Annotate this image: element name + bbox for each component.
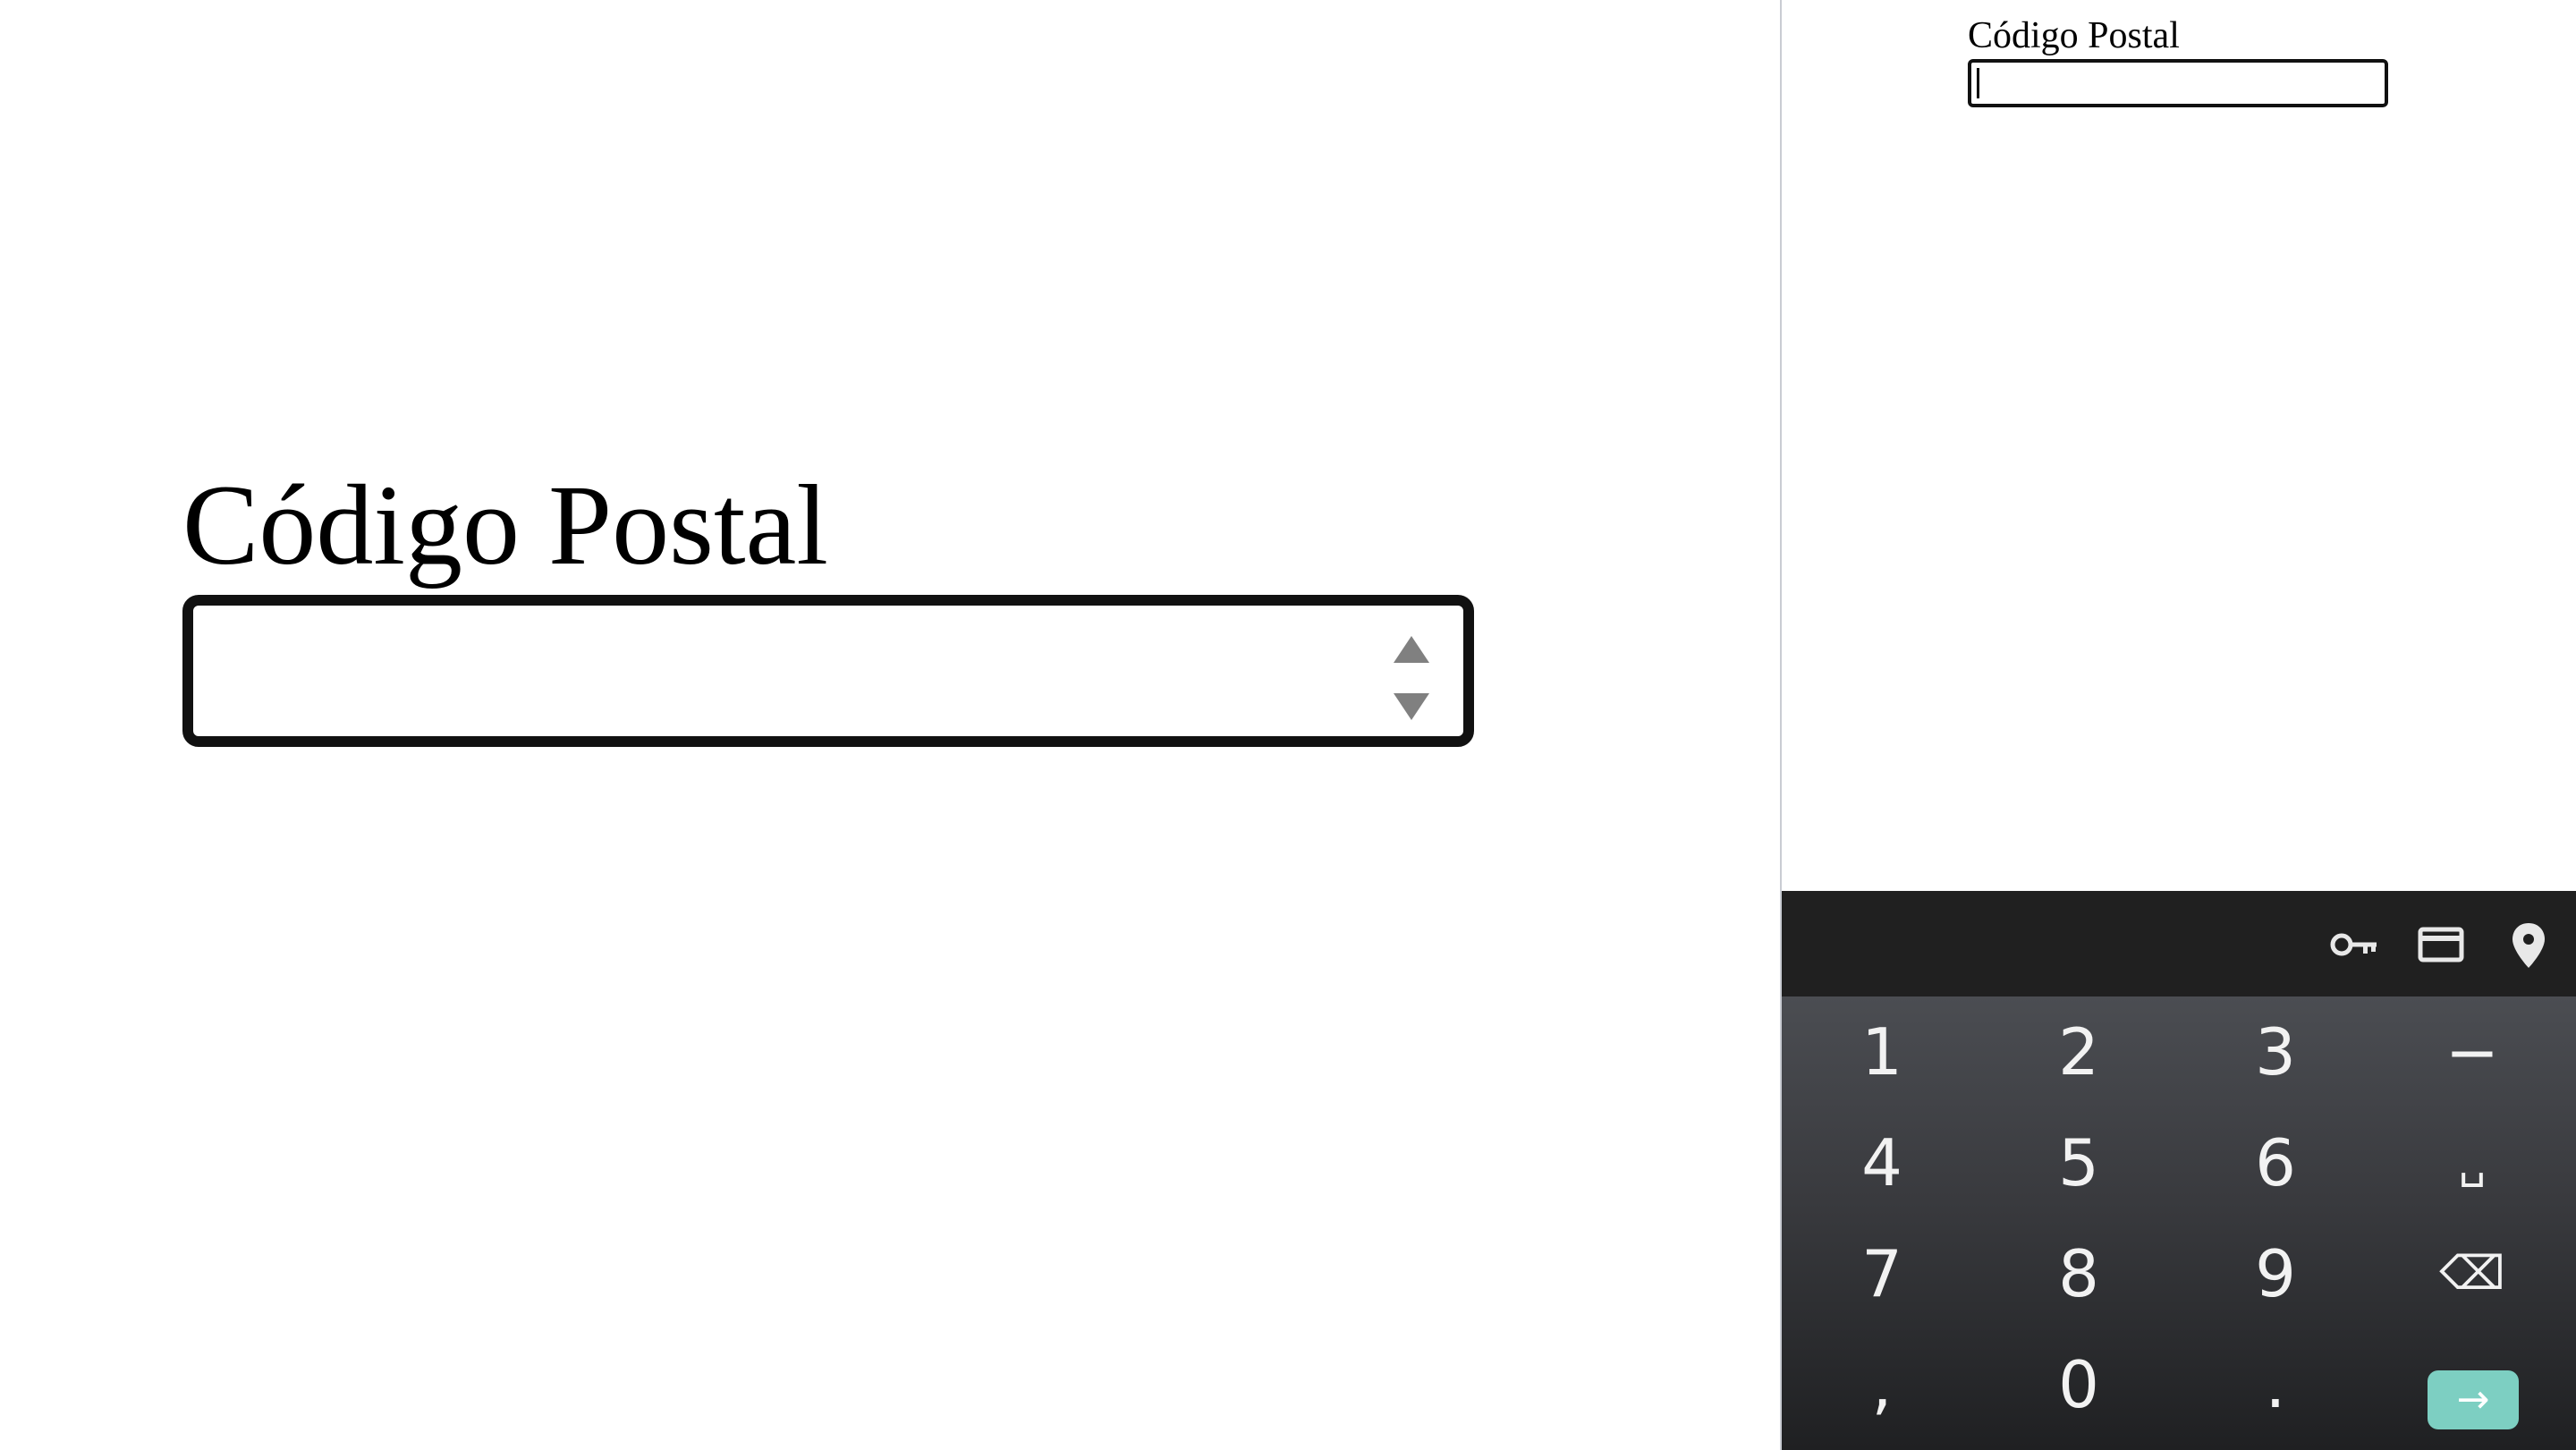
number-spinner[interactable] — [1392, 618, 1431, 725]
numeric-keyboard: 1 2 3 − 4 5 6 ␣ 7 8 9 ⌫ , 0 . → — [1782, 891, 2576, 1450]
arrow-right-icon: → — [2456, 1377, 2490, 1422]
zoomed-postal-code-label: Código Postal — [182, 462, 828, 589]
key-comma[interactable]: , — [1792, 1331, 1971, 1438]
zoomed-postal-code-input[interactable] — [182, 595, 1474, 747]
location-pin-icon[interactable] — [2502, 918, 2555, 971]
key-8[interactable]: 8 — [1989, 1220, 2168, 1327]
backspace-key[interactable]: ⌫ — [2383, 1220, 2562, 1327]
text-caret — [1977, 68, 1979, 98]
postal-code-label: Código Postal — [1968, 15, 2180, 56]
key-4[interactable]: 4 — [1792, 1109, 1971, 1217]
key-9[interactable]: 9 — [2186, 1220, 2365, 1327]
key-minus[interactable]: − — [2383, 998, 2562, 1106]
key-icon[interactable] — [2327, 918, 2381, 971]
credit-card-icon[interactable] — [2414, 918, 2468, 971]
key-space[interactable]: ␣ — [2383, 1109, 2562, 1217]
zoomed-preview-panel: Código Postal — [0, 0, 1780, 1450]
enter-key[interactable]: → — [2428, 1370, 2519, 1429]
key-5[interactable]: 5 — [1989, 1109, 2168, 1217]
keyboard-keys: 1 2 3 − 4 5 6 ␣ 7 8 9 ⌫ , 0 . → — [1782, 996, 2576, 1450]
key-6[interactable]: 6 — [2186, 1109, 2365, 1217]
spin-up-icon[interactable] — [1394, 636, 1429, 663]
screen: Código Postal Código Postal 1 2 3 − 4 5 … — [0, 0, 2576, 1450]
key-3[interactable]: 3 — [2186, 998, 2365, 1106]
device-panel: Código Postal 1 2 3 − 4 5 6 ␣ 7 8 9 ⌫ , … — [1782, 0, 2576, 1450]
key-0[interactable]: 0 — [1989, 1331, 2168, 1438]
key-period[interactable]: . — [2186, 1331, 2365, 1438]
key-1[interactable]: 1 — [1792, 998, 1971, 1106]
key-2[interactable]: 2 — [1989, 998, 2168, 1106]
postal-code-input[interactable] — [1968, 59, 2388, 107]
key-7[interactable]: 7 — [1792, 1220, 1971, 1327]
spin-down-icon[interactable] — [1394, 693, 1429, 720]
keyboard-toolbar — [1782, 891, 2576, 996]
